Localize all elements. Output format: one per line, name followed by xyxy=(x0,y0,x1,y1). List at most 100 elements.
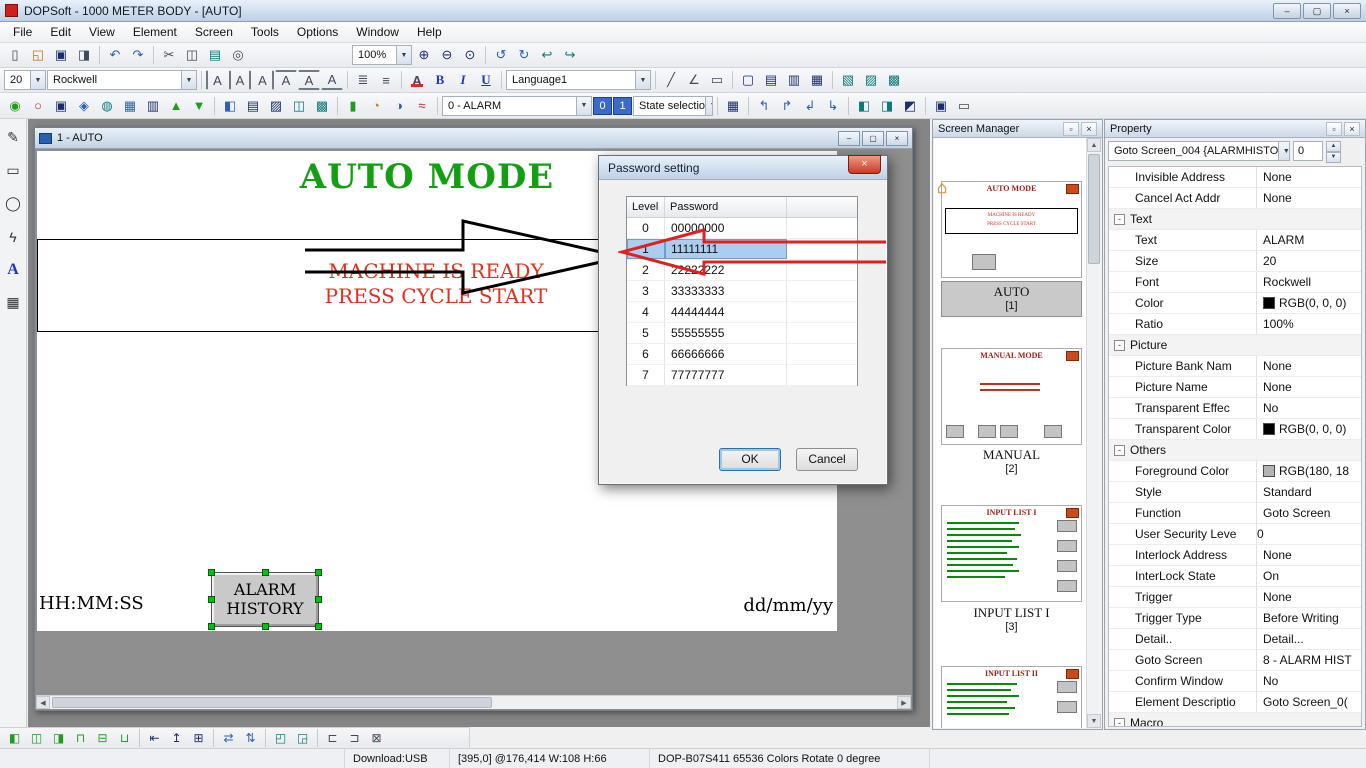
place-bottom-left-icon[interactable]: ↲ xyxy=(799,96,821,116)
property-row[interactable]: Transparent Effec No xyxy=(1109,398,1361,419)
align-text-bottom-icon[interactable]: A xyxy=(321,70,343,90)
pattern-fill-icon[interactable]: ▨ xyxy=(860,70,882,90)
scroll-left-icon[interactable]: ◀ xyxy=(36,696,50,709)
selection-handle[interactable] xyxy=(315,596,322,603)
spin-down-icon[interactable]: ▼ xyxy=(1326,152,1341,163)
password-row-0[interactable]: 0 00000000 xyxy=(627,218,857,239)
property-row[interactable]: InterLock State On xyxy=(1109,566,1361,587)
screen-thumbnail-input-list-1[interactable]: INPUT LIST I xyxy=(941,505,1082,602)
send-to-back-icon[interactable]: ◲ xyxy=(292,729,313,747)
rotate-right-icon[interactable]: ↻ xyxy=(513,45,535,65)
password-row-3[interactable]: 3 33333333 xyxy=(627,281,857,302)
collapse-icon[interactable]: - xyxy=(1114,213,1125,225)
char-spacing-icon[interactable]: ≡ xyxy=(375,70,397,90)
increment-button-icon[interactable]: ▲ xyxy=(165,96,187,116)
simulate-icon[interactable]: ◨ xyxy=(876,96,898,116)
line-spacing-icon[interactable]: ≣ xyxy=(352,70,374,90)
paste-icon[interactable]: ▤ xyxy=(204,45,226,65)
property-row[interactable]: Goto Screen 8 - ALARM HIST xyxy=(1109,650,1361,671)
meter-icon[interactable]: ◔ xyxy=(365,96,387,116)
chevron-down-icon[interactable]: ▼ xyxy=(181,71,196,89)
find-icon[interactable]: ◎ xyxy=(227,45,249,65)
chevron-down-icon[interactable]: ▼ xyxy=(30,71,45,89)
dialog-close-button[interactable]: × xyxy=(848,155,881,174)
macro-editor-icon[interactable]: ▣ xyxy=(930,96,952,116)
align-middles-icon[interactable]: ⊟ xyxy=(92,729,113,747)
cancel-button[interactable]: Cancel xyxy=(796,448,858,471)
child-minimize-button[interactable]: – xyxy=(838,130,860,146)
property-row[interactable]: Picture Bank Nam None xyxy=(1109,356,1361,377)
chevron-down-icon[interactable]: ▼ xyxy=(1278,142,1289,160)
screen-select-combobox[interactable]: 0 - ALARM ▼ xyxy=(442,95,592,116)
on-button-icon[interactable]: ◉ xyxy=(4,96,26,116)
screen-window-titlebar[interactable]: 1 - AUTO – ▢ × xyxy=(35,128,912,149)
scroll-down-icon[interactable]: ▼ xyxy=(1087,714,1101,728)
menu-edit[interactable]: Edit xyxy=(41,23,80,41)
goto-screen-button-icon[interactable]: ◧ xyxy=(219,96,241,116)
place-bottom-right-icon[interactable]: ↳ xyxy=(822,96,844,116)
property-row[interactable]: Style Standard xyxy=(1109,482,1361,503)
panel-close-button[interactable]: × xyxy=(1081,121,1097,136)
selection-handle[interactable] xyxy=(208,596,215,603)
selection-handle[interactable] xyxy=(262,623,269,630)
chevron-down-icon[interactable]: ▼ xyxy=(396,46,411,64)
bring-to-front-icon[interactable]: ◰ xyxy=(270,729,291,747)
menu-help[interactable]: Help xyxy=(408,23,451,41)
group-icon[interactable]: ⊏ xyxy=(322,729,343,747)
scroll-up-icon[interactable]: ▲ xyxy=(1087,138,1101,152)
place-top-left-icon[interactable]: ↰ xyxy=(753,96,775,116)
menu-tools[interactable]: Tools xyxy=(242,23,288,41)
alarm-history-button-element[interactable]: ALARM HISTORY xyxy=(211,572,319,627)
property-row[interactable]: Cancel Act Addr None xyxy=(1109,188,1361,209)
character-entry-icon[interactable]: ▨ xyxy=(265,96,287,116)
screen-thumbnail-auto[interactable]: AUTO MODE MACHINE IS READY PRESS CYCLE S… xyxy=(941,181,1082,278)
menu-view[interactable]: View xyxy=(80,23,124,41)
level-column-header[interactable]: Level xyxy=(627,197,665,217)
menu-file[interactable]: File xyxy=(4,23,41,41)
property-group-picture[interactable]: - Picture xyxy=(1109,335,1361,356)
panel-float-button[interactable]: ▫ xyxy=(1063,121,1079,136)
align-text-middle-icon[interactable]: A xyxy=(298,70,320,90)
zoom-combobox[interactable]: 100% ▼ xyxy=(352,45,412,65)
scrollbar-thumb[interactable] xyxy=(1088,154,1100,264)
shade-fill-icon[interactable]: ▩ xyxy=(883,70,905,90)
property-row[interactable]: Font Rockwell xyxy=(1109,272,1361,293)
maintained-button-icon[interactable]: ◈ xyxy=(73,96,95,116)
nav-back-icon[interactable]: ↩ xyxy=(536,45,558,65)
text-color-icon[interactable]: A xyxy=(406,70,428,90)
zoom-out-icon[interactable]: ⊖ xyxy=(436,45,458,65)
align-text-left-icon[interactable]: A xyxy=(206,70,228,90)
space-across-icon[interactable]: ⇄ xyxy=(218,729,239,747)
numeric-entry-icon[interactable]: ▤ xyxy=(242,96,264,116)
language-combobox[interactable]: Language1 ▼ xyxy=(506,70,651,90)
password-row-1-selected[interactable]: 1 11111111 xyxy=(627,239,857,260)
element-selector-combobox[interactable]: Goto Screen_004 {ALARMHISTO ▼ xyxy=(1108,141,1290,161)
collapse-icon[interactable]: - xyxy=(1114,444,1125,456)
place-top-right-icon[interactable]: ↱ xyxy=(776,96,798,116)
rotate-left-icon[interactable]: ↺ xyxy=(490,45,512,65)
undo-icon[interactable]: ↶ xyxy=(104,45,126,65)
screen-caption-auto[interactable]: AUTO [1] xyxy=(941,281,1082,317)
property-row[interactable]: Color RGB(0, 0, 0) xyxy=(1109,293,1361,314)
screen-thumbnail-input-list-2[interactable]: INPUT LIST II xyxy=(941,666,1082,728)
bar-graph-icon[interactable]: ▮ xyxy=(342,96,364,116)
collapse-icon[interactable]: - xyxy=(1114,717,1125,726)
state-frame-icon[interactable]: ▢ xyxy=(737,70,759,90)
scrollbar-thumb[interactable] xyxy=(52,697,492,708)
align-rights-icon[interactable]: ◨ xyxy=(48,729,69,747)
screen-manager-titlebar[interactable]: Screen Manager ▫ × xyxy=(933,120,1102,138)
set-value-button-icon[interactable]: ▦ xyxy=(119,96,141,116)
password-row-2[interactable]: 2 22222222 xyxy=(627,260,857,281)
screen-caption-manual[interactable]: MANUAL [2] xyxy=(941,445,1082,481)
underline-icon[interactable]: U xyxy=(475,70,497,90)
password-row-4[interactable]: 4 44444444 xyxy=(627,302,857,323)
property-row[interactable]: Confirm Window No xyxy=(1109,671,1361,692)
child-close-button[interactable]: × xyxy=(886,130,908,146)
set-constant-button-icon[interactable]: ▥ xyxy=(142,96,164,116)
align-bottoms-icon[interactable]: ⊔ xyxy=(114,729,135,747)
align-text-center-icon[interactable]: A xyxy=(229,70,251,90)
password-table[interactable]: Level Password 0 00000000 1 11111111 2 2… xyxy=(626,196,858,386)
chevron-down-icon[interactable]: ▼ xyxy=(635,71,650,89)
table-tool-icon[interactable]: ▦ xyxy=(3,292,24,313)
text-banner-icon[interactable]: ▤ xyxy=(760,70,782,90)
